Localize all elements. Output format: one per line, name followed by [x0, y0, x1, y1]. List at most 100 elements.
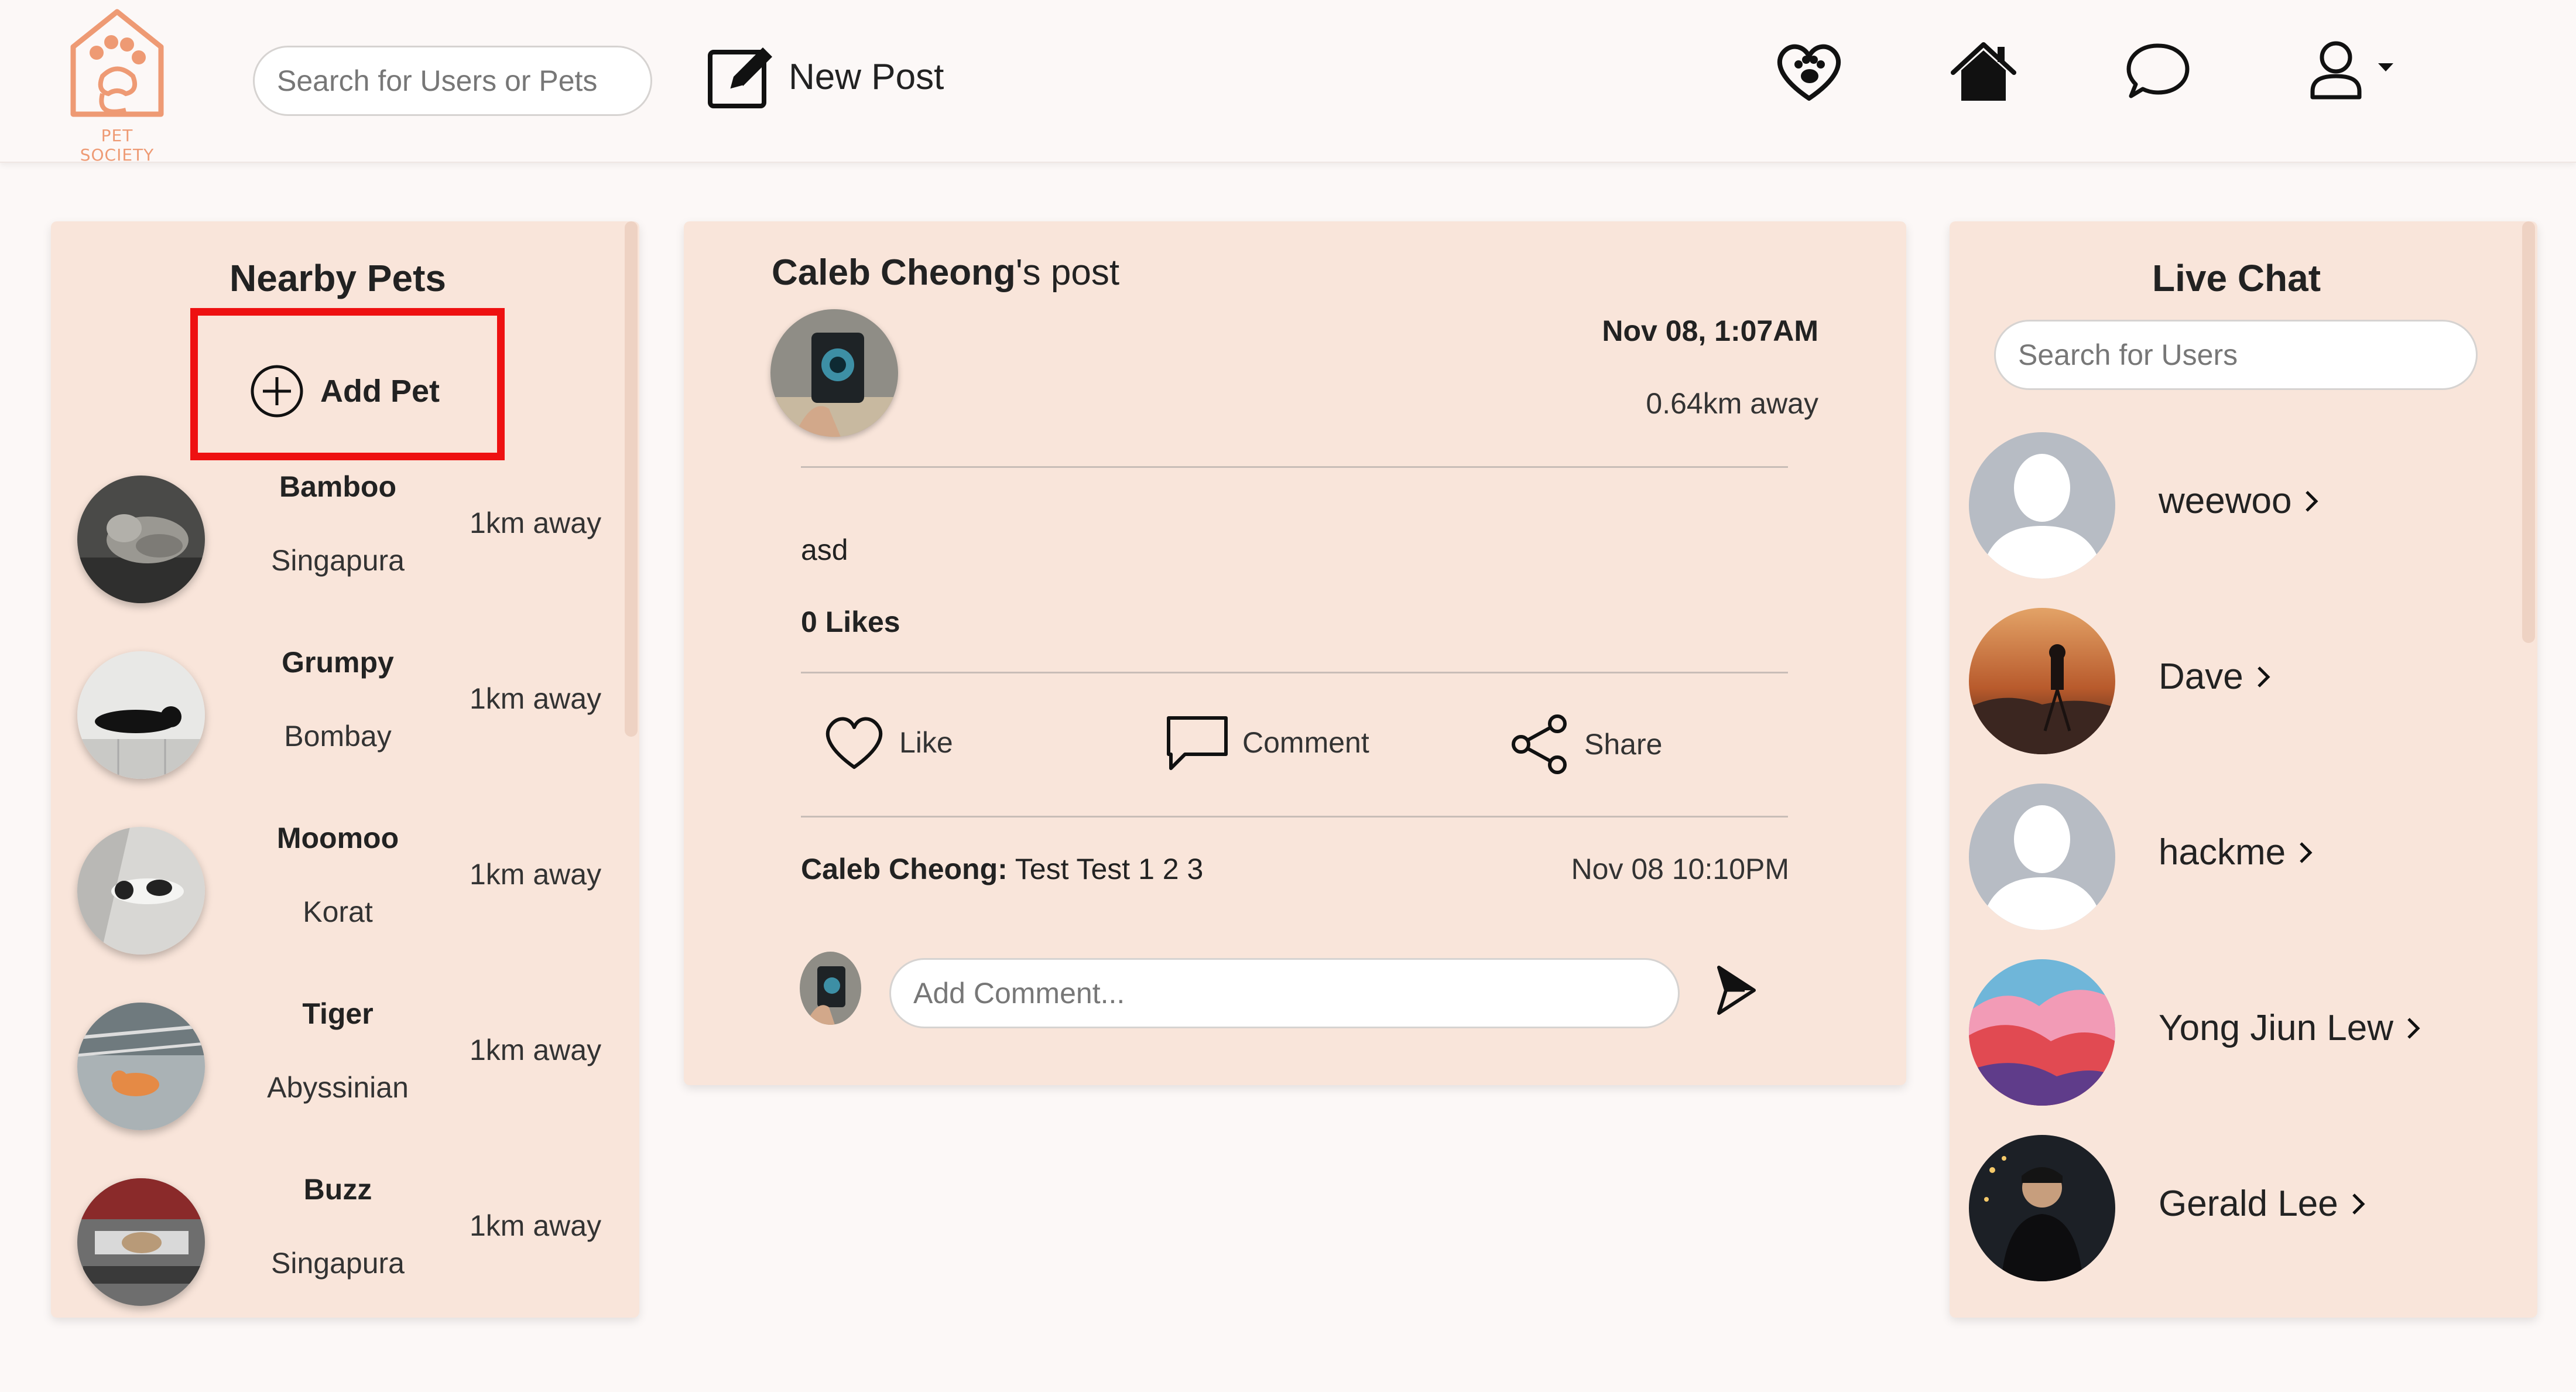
- paw-house-logo-icon: [70, 9, 164, 117]
- current-user-avatar: [800, 952, 861, 1025]
- nearby-pets-panel[interactable]: Nearby Pets Add Pet Bamboo 1km away Sing…: [51, 221, 639, 1318]
- chat-user-label: weewoo: [2159, 481, 2292, 521]
- user-avatar: [1969, 608, 2115, 754]
- pet-distance: 1km away: [470, 858, 602, 891]
- pet-breed: Singapura: [271, 544, 405, 577]
- share-icon: [1512, 714, 1567, 774]
- post-author[interactable]: Caleb Cheong: [772, 252, 1016, 293]
- pet-distance: 1km away: [470, 1034, 602, 1066]
- post-title-suffix: 's post: [1015, 252, 1120, 293]
- comment-item: Caleb Cheong: Test Test 1 2 3: [801, 852, 1203, 886]
- pet-name: Bamboo: [279, 470, 396, 503]
- pet-list-item[interactable]: Grumpy 1km away Bombay: [51, 645, 625, 821]
- pet-list-item[interactable]: Buzz 1km away Singapura: [51, 1172, 625, 1318]
- pet-name: Moomoo: [276, 822, 399, 854]
- post-distance: 0.64km away: [1646, 387, 1818, 420]
- edit-square-icon: [708, 47, 772, 108]
- pet-photo: [77, 827, 205, 955]
- chat-search-input[interactable]: Search for Users: [1994, 320, 2478, 390]
- divider: [801, 466, 1788, 468]
- live-chat-title: Live Chat: [2152, 257, 2321, 299]
- pet-list-item[interactable]: Bamboo 1km away Singapura: [51, 470, 625, 645]
- pet-photo: [77, 1178, 205, 1306]
- post-author-avatar[interactable]: [770, 309, 898, 437]
- chat-user-label: hackme: [2159, 832, 2286, 873]
- chevron-right-icon: [2300, 842, 2313, 863]
- chevron-right-icon: [2407, 1017, 2420, 1039]
- like-label: Like: [899, 726, 953, 759]
- divider: [801, 816, 1788, 818]
- pet-distance: 1km away: [470, 682, 602, 715]
- post-body: asd: [801, 533, 848, 566]
- chat-user-item[interactable]: Dave: [1950, 608, 2512, 766]
- pet-list-item[interactable]: Moomoo 1km away Korat: [51, 821, 625, 997]
- comment-timestamp: Nov 08 10:10PM: [1571, 853, 1789, 885]
- user-account-menu[interactable]: [2308, 40, 2402, 104]
- caret-down-icon: [2378, 63, 2393, 71]
- pet-name: Grumpy: [282, 646, 394, 679]
- send-comment-button[interactable]: [1715, 964, 1758, 1017]
- pet-list-item[interactable]: Tiger 1km away Abyssinian: [51, 997, 625, 1172]
- global-search-input[interactable]: Search for Users or Pets: [253, 46, 652, 116]
- comment-text: Test Test 1 2 3: [1007, 853, 1204, 885]
- new-post-label: New Post: [789, 56, 944, 97]
- default-avatar-icon: [1969, 784, 2115, 930]
- comment-button[interactable]: Comment: [1165, 713, 1369, 772]
- chat-user-label: Yong Jiun Lew: [2159, 1008, 2394, 1048]
- pet-name: Tiger: [302, 997, 374, 1030]
- pet-name: Buzz: [303, 1173, 372, 1206]
- pet-society-logo[interactable]: PET SOCIETY: [61, 6, 173, 165]
- post-likes-count: 0 Likes: [801, 606, 900, 638]
- comment-label: Comment: [1242, 726, 1369, 759]
- chat-user-name: Dave: [2159, 656, 2272, 697]
- chat-user-name: weewoo: [2159, 480, 2320, 522]
- logo-text: PET SOCIETY: [80, 126, 155, 165]
- chat-user-name: Gerald Lee: [2159, 1183, 2366, 1225]
- pet-photo: [77, 476, 205, 603]
- post-title: Caleb Cheong's post: [772, 252, 1119, 293]
- chat-user-item[interactable]: weewoo: [1950, 432, 2512, 590]
- comment-icon: [1167, 716, 1228, 770]
- add-pet-button[interactable]: Add Pet: [249, 363, 440, 419]
- user-avatar: [1969, 1135, 2115, 1281]
- chat-scrollbar[interactable]: [2522, 221, 2535, 643]
- chevron-right-icon: [2257, 666, 2270, 688]
- pet-photo: [77, 651, 205, 779]
- live-chat-panel[interactable]: Live Chat Search for Users weewoo Dave h…: [1950, 221, 2537, 1318]
- pet-breed: Singapura: [271, 1247, 405, 1280]
- paw-heart-icon[interactable]: [1774, 40, 1844, 104]
- post-card: Caleb Cheong's post Nov 08, 1:07AM 0.64k…: [684, 221, 1906, 1085]
- chat-user-name: Yong Jiun Lew: [2159, 1007, 2421, 1049]
- top-navbar: PET SOCIETY Search for Users or Pets New…: [0, 0, 2576, 165]
- pet-photo: [77, 1003, 205, 1130]
- chat-user-item[interactable]: Gerald Lee: [1950, 1135, 2512, 1293]
- chat-user-item[interactable]: hackme: [1950, 784, 2512, 942]
- user-avatar: [1969, 959, 2115, 1106]
- divider: [801, 672, 1788, 673]
- like-button[interactable]: Like: [822, 713, 953, 772]
- nearby-pets-title: Nearby Pets: [229, 257, 446, 299]
- chat-user-label: Gerald Lee: [2159, 1184, 2338, 1224]
- default-avatar-icon: [1969, 432, 2115, 579]
- chat-bubble-icon[interactable]: [2125, 40, 2191, 104]
- heart-icon: [825, 717, 883, 769]
- share-button[interactable]: Share: [1509, 713, 1662, 775]
- nearby-scrollbar[interactable]: [625, 221, 638, 737]
- post-date: Nov 08, 1:07AM: [1602, 314, 1818, 347]
- comment-author[interactable]: Caleb Cheong:: [801, 853, 1008, 885]
- pet-breed: Abyssinian: [267, 1071, 409, 1104]
- add-comment-input[interactable]: Add Comment...: [889, 958, 1680, 1028]
- chevron-right-icon: [2352, 1193, 2365, 1215]
- home-icon[interactable]: [1951, 40, 2016, 104]
- plus-circle-icon: [251, 365, 303, 418]
- chat-user-label: Dave: [2159, 656, 2243, 697]
- share-label: Share: [1584, 728, 1663, 761]
- pet-distance: 1km away: [470, 1209, 602, 1242]
- pet-distance: 1km away: [470, 507, 602, 539]
- pet-breed: Bombay: [284, 720, 392, 753]
- chevron-right-icon: [2306, 490, 2319, 512]
- send-icon: [1717, 966, 1756, 1015]
- pet-breed: Korat: [303, 895, 373, 928]
- new-post-button[interactable]: New Post: [705, 39, 944, 115]
- chat-user-item[interactable]: Yong Jiun Lew: [1950, 959, 2512, 1117]
